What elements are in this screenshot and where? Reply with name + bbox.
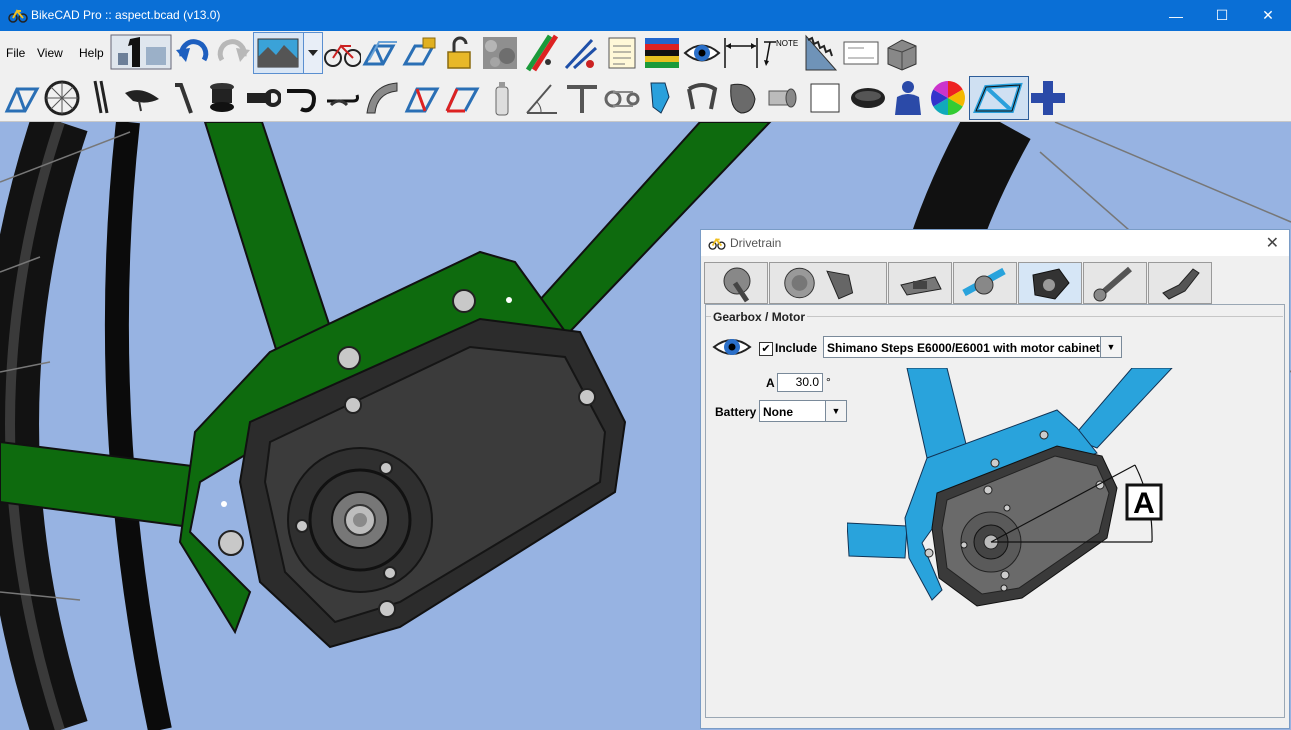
aero-bar-icon[interactable] xyxy=(323,79,361,117)
gearbox-preview-diagram: A xyxy=(847,368,1173,607)
motor-select[interactable]: Shimano Steps E6000/E6001 with motor cab… xyxy=(823,336,1122,358)
bottle-icon[interactable] xyxy=(483,79,521,117)
saddle-bag-icon[interactable] xyxy=(849,79,887,117)
bikecad-one-icon[interactable] xyxy=(110,33,172,71)
angle-input[interactable]: 30.0 xyxy=(777,373,823,392)
maximize-button[interactable]: ☐ xyxy=(1199,0,1245,31)
undo-icon[interactable] xyxy=(174,34,212,72)
dialog-title: Drivetrain xyxy=(730,236,782,250)
color-wheel-icon[interactable] xyxy=(929,79,967,117)
dimension-arrow-icon[interactable] xyxy=(722,34,760,72)
battery-select-value: None xyxy=(763,405,793,419)
redo-icon[interactable] xyxy=(214,34,252,72)
handlebar-icon[interactable] xyxy=(283,79,321,117)
brake-icon[interactable] xyxy=(683,79,721,117)
battery-select[interactable]: None ▼ xyxy=(759,400,847,422)
hub-icon[interactable] xyxy=(763,79,801,117)
stone-texture-icon[interactable] xyxy=(481,34,519,72)
notepad-icon[interactable] xyxy=(603,34,641,72)
dialog-title-bar[interactable]: Drivetrain ✕ xyxy=(701,230,1289,256)
wheel-icon[interactable] xyxy=(43,79,81,117)
dropdown-icon[interactable] xyxy=(303,32,323,74)
crank-arm-tab[interactable] xyxy=(1083,262,1147,304)
title-bar: BikeCAD Pro :: aspect.bcad (v13.0) — ☐ ✕ xyxy=(0,0,1291,31)
blank-icon[interactable] xyxy=(810,83,840,113)
cassette-tab[interactable] xyxy=(769,262,887,304)
group-title: Gearbox / Motor xyxy=(711,310,808,324)
dimension-tool-icon[interactable] xyxy=(522,34,560,72)
minimize-button[interactable]: — xyxy=(1153,0,1199,31)
menu-toolbar-row: File View Help NOTE xyxy=(0,31,1291,75)
bag-icon[interactable] xyxy=(723,79,761,117)
bikecad-app-icon xyxy=(708,237,726,250)
angle-unit: ° xyxy=(826,375,831,389)
drivetrain-dialog: Drivetrain ✕ Gearbox / Motor ✔ Include S… xyxy=(700,229,1290,729)
shifter-tab[interactable] xyxy=(1148,262,1212,304)
chevron-down-icon[interactable]: ▼ xyxy=(1100,337,1121,357)
menu-help[interactable]: Help xyxy=(79,46,104,60)
menu-view[interactable]: View xyxy=(37,46,63,60)
component-toolbar xyxy=(0,75,1291,122)
derailleur-icon[interactable] xyxy=(643,79,681,117)
stem-icon[interactable] xyxy=(243,79,281,117)
menu-file[interactable]: File xyxy=(6,46,25,60)
seatpost-icon[interactable] xyxy=(163,79,201,117)
preview-angle-label: A xyxy=(1133,487,1155,520)
rider-icon[interactable] xyxy=(889,79,927,117)
eye-icon[interactable] xyxy=(683,34,721,72)
background-icon[interactable] xyxy=(253,32,305,74)
fender-icon[interactable] xyxy=(363,79,401,117)
close-button[interactable]: ✕ xyxy=(1245,0,1291,31)
crankset-tab[interactable] xyxy=(704,262,768,304)
chevron-down-icon[interactable]: ▼ xyxy=(825,401,846,421)
headset-icon[interactable] xyxy=(203,79,241,117)
lock-icon[interactable] xyxy=(401,34,439,72)
dialog-close-button[interactable]: ✕ xyxy=(1266,233,1279,253)
angle-label: A xyxy=(766,376,775,390)
svg-text:NOTE: NOTE xyxy=(776,39,798,48)
world-champion-icon[interactable] xyxy=(643,34,681,72)
add-icon[interactable] xyxy=(1029,79,1067,117)
fork-icon[interactable] xyxy=(83,79,121,117)
bikecad-app-icon xyxy=(8,9,28,23)
frame-dimensions-icon[interactable] xyxy=(842,34,880,72)
visibility-eye-icon[interactable] xyxy=(712,335,752,359)
motor-select-value: Shimano Steps E6000/E6001 with motor cab… xyxy=(827,341,1100,355)
chainring-teeth-icon[interactable] xyxy=(802,34,840,72)
frame-selected-icon[interactable] xyxy=(969,76,1029,120)
frame-icon[interactable] xyxy=(3,79,41,117)
battery-label: Battery xyxy=(715,405,757,419)
caliper-icon[interactable] xyxy=(562,34,600,72)
block-icon[interactable] xyxy=(882,34,920,72)
unlock-icon[interactable] xyxy=(440,34,478,72)
bike-compare-icon[interactable] xyxy=(323,34,361,72)
include-checkbox[interactable]: ✔ xyxy=(759,342,773,356)
drivetrain-icon[interactable] xyxy=(603,79,641,117)
frame-red2-icon[interactable] xyxy=(443,79,481,117)
window-title: BikeCAD Pro :: aspect.bcad (v13.0) xyxy=(31,8,221,22)
frame-red-icon[interactable] xyxy=(403,79,441,117)
saddle-icon[interactable] xyxy=(123,79,161,117)
angle-icon[interactable] xyxy=(523,79,561,117)
pedal-tab[interactable] xyxy=(888,262,952,304)
gearbox-tab[interactable] xyxy=(1018,262,1082,304)
include-label: Include xyxy=(775,341,818,355)
tube-join-icon[interactable] xyxy=(563,79,601,117)
frame-copy-icon[interactable] xyxy=(361,34,399,72)
note-arrow-icon[interactable]: NOTE xyxy=(762,34,800,72)
chainring-tab[interactable] xyxy=(953,262,1017,304)
